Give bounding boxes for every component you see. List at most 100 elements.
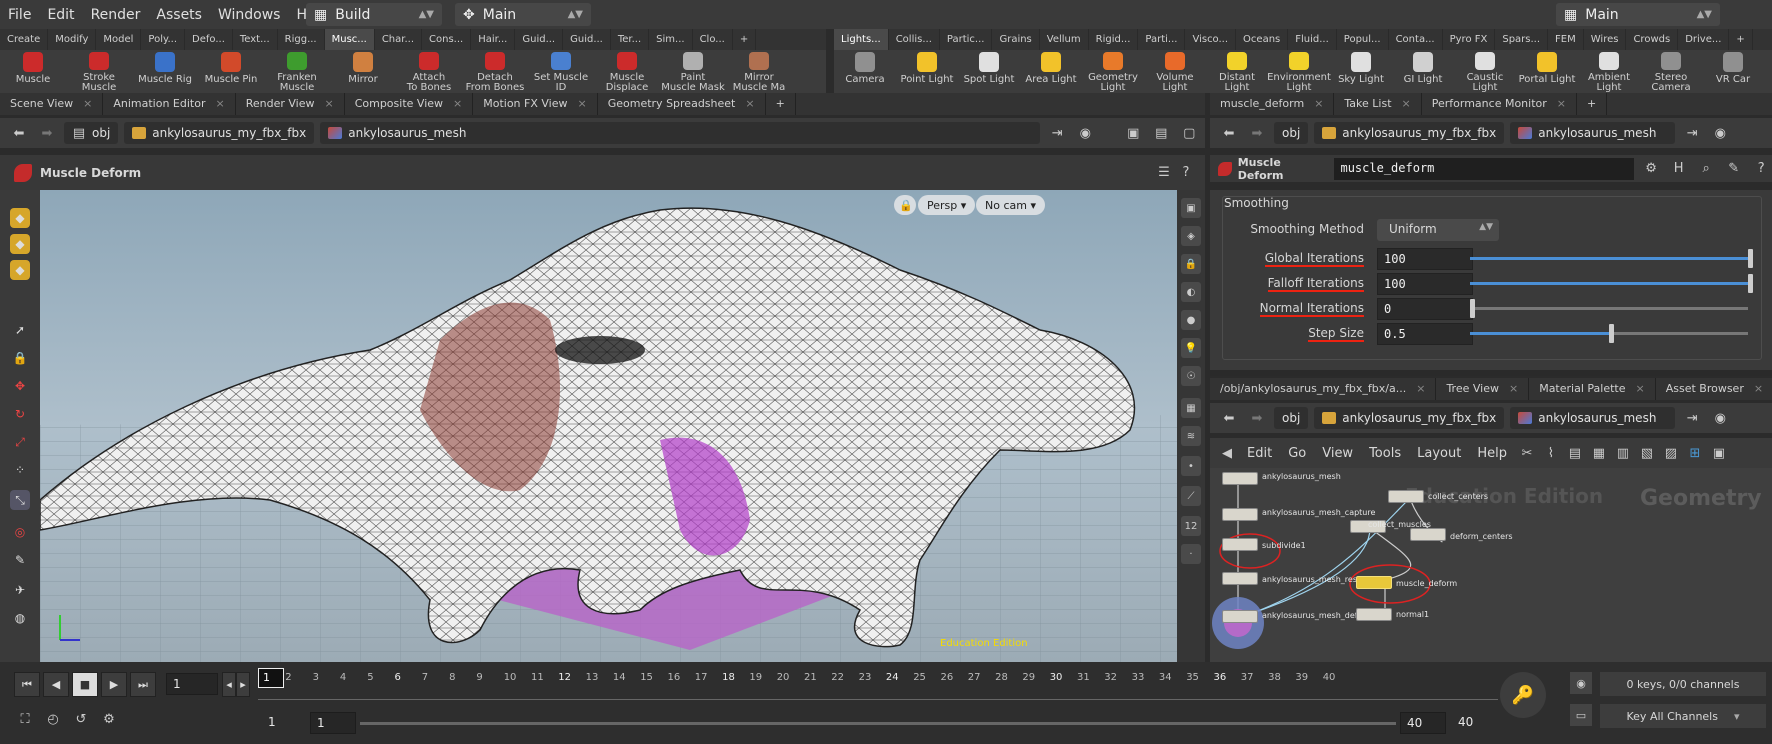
crumb-fbx[interactable]: ankylosaurus_my_fbx_fbx — [1314, 407, 1505, 429]
close-icon[interactable]: × — [1416, 382, 1425, 395]
node-muscle_deform[interactable] — [1356, 576, 1392, 589]
shelf-tab-shelf_right-9[interactable]: Fluid... — [1288, 29, 1337, 50]
wire-icon[interactable]: ⌇ — [1540, 442, 1562, 464]
play-reverse-icon[interactable]: ◀ — [43, 672, 69, 697]
crumb-fbx[interactable]: ankylosaurus_my_fbx_fbx — [124, 122, 315, 144]
shelf_left-tool-2[interactable]: Muscle Rig — [132, 50, 198, 93]
start-frame[interactable]: 1 — [262, 712, 298, 734]
scene-viewport[interactable]: 🔒 Persp ▾ No cam ▾ Education Edition — [40, 190, 1177, 662]
search-icon[interactable]: ⌕ — [1695, 158, 1717, 180]
key-filter-icon[interactable]: ▭ — [1570, 704, 1592, 726]
crumb-obj[interactable]: obj — [1274, 122, 1309, 144]
pin-icon[interactable]: ⇥ — [1681, 407, 1703, 429]
param-slider-1[interactable] — [1470, 274, 1753, 293]
shelf-tab-shelf_left-4[interactable]: Defo... — [185, 29, 233, 50]
range-slider[interactable] — [360, 722, 1396, 725]
shelf-tab-shelf_right-16[interactable]: Crowds — [1626, 29, 1679, 50]
loop-icon[interactable]: ↺ — [70, 708, 92, 730]
shelf-tab-shelf_right-7[interactable]: Visco... — [1185, 29, 1237, 50]
primitives-mode-icon[interactable]: ◆ — [10, 260, 30, 280]
visibility-icon[interactable]: ◈ — [1181, 226, 1201, 246]
back-arrow-icon[interactable]: ⬅ — [1218, 407, 1240, 429]
shelf-tab-shelf_right-1[interactable]: Collis... — [889, 29, 940, 50]
display-options-icon[interactable]: ▣ — [1181, 198, 1201, 218]
snap-icon[interactable]: ◎ — [10, 522, 30, 542]
net-menu-tools[interactable]: Tools — [1362, 446, 1408, 461]
node-ankylosaurus_mesh_capture[interactable] — [1222, 508, 1258, 521]
shelf-tab-shelf_left-11[interactable]: Guid... — [515, 29, 564, 50]
gear-icon[interactable]: ⚙ — [1640, 158, 1662, 180]
shelf_left-tool-4[interactable]: Franken Muscle — [264, 50, 330, 93]
node-subdivide1[interactable] — [1222, 538, 1258, 551]
network-editor[interactable]: Education Edition Geometry ankylosaurus_… — [1210, 468, 1772, 662]
shelf_right-tool-6[interactable]: Distant Light — [1206, 50, 1268, 93]
shelf_left-tool-1[interactable]: Stroke Muscle — [66, 50, 132, 93]
shelf_left-tool-8[interactable]: Set Muscle ID — [528, 50, 594, 93]
close-icon[interactable]: × — [1509, 382, 1518, 395]
link-icon[interactable]: ◉ — [1709, 122, 1731, 144]
palette-icon[interactable]: ▥ — [1612, 442, 1634, 464]
shelf-tab-shelf_right-8[interactable]: Oceans — [1236, 29, 1289, 50]
point-icon[interactable]: · — [1181, 544, 1201, 564]
crumb-mesh[interactable]: ankylosaurus_mesh — [320, 122, 1041, 144]
menu-windows[interactable]: Windows — [210, 7, 289, 23]
shelf_right-tool-11[interactable]: Portal Light — [1516, 50, 1578, 93]
close-icon[interactable]: × — [1754, 382, 1763, 395]
shelf_left-tool-9[interactable]: Muscle Displace — [594, 50, 660, 93]
view-tool-icon[interactable]: ✈ — [10, 580, 30, 600]
shelf_right-tool-13[interactable]: Stereo Camera — [1640, 50, 1702, 93]
forward-arrow-icon[interactable]: ➡ — [1246, 122, 1268, 144]
shelf_right-tool-12[interactable]: Ambient Light — [1578, 50, 1640, 93]
back-arrow-icon[interactable]: ⬅ — [1218, 122, 1240, 144]
add-pane-tab-icon[interactable]: + — [766, 93, 796, 115]
lock-icon[interactable]: 🔒 — [10, 348, 30, 368]
node-deform_centers[interactable] — [1410, 528, 1446, 541]
shelf-tab-shelf_right-4[interactable]: Vellum — [1040, 29, 1089, 50]
shelf-tab-shelf_left-0[interactable]: Create — [0, 29, 49, 50]
shelf_right-tool-1[interactable]: Point Light — [896, 50, 958, 93]
close-icon[interactable]: × — [324, 97, 333, 110]
forward-arrow-icon[interactable]: ➡ — [1246, 407, 1268, 429]
net-menu-view[interactable]: View — [1315, 446, 1360, 461]
shading-icon[interactable]: ● — [1181, 310, 1201, 330]
frame-ruler[interactable]: 1234567891011121314151617181920212223242… — [258, 666, 1498, 700]
param-slider-3[interactable] — [1470, 324, 1748, 343]
shelf_right-tool-14[interactable]: VR Car — [1702, 50, 1764, 93]
persp-menu[interactable]: Persp ▾ — [918, 195, 976, 215]
edit-icon[interactable]: ✎ — [1723, 158, 1745, 180]
stop-icon[interactable]: ■ — [72, 672, 98, 697]
node-name-field[interactable]: muscle_deform — [1334, 157, 1635, 180]
audio-icon[interactable]: 🔑 — [1500, 672, 1546, 718]
node-ankylosaurus_mesh_deform[interactable] — [1222, 610, 1258, 623]
net-menu-layout[interactable]: Layout — [1410, 446, 1468, 461]
lock-view-icon[interactable]: 🔒 — [1181, 254, 1201, 274]
add-pane-tab-icon[interactable]: + — [1577, 93, 1608, 115]
shelf_right-tool-7[interactable]: Environment Light — [1267, 50, 1331, 93]
net-menu-go[interactable]: Go — [1281, 446, 1313, 461]
link-icon[interactable]: ◉ — [1074, 122, 1096, 144]
keys-icon[interactable]: ◉ — [1570, 672, 1592, 694]
pin-icon[interactable]: ⇥ — [1681, 122, 1703, 144]
shelf-tab-shelf_right-15[interactable]: Wires — [1584, 29, 1627, 50]
help-h-icon[interactable]: H — [1668, 158, 1690, 180]
shelf-tab-shelf_right-11[interactable]: Conta... — [1389, 29, 1443, 50]
smoothing-method-select[interactable]: Uniform ▲▼ — [1377, 219, 1499, 241]
normals-icon[interactable]: ⟋ — [1181, 486, 1201, 506]
link-icon[interactable]: ◉ — [1709, 407, 1731, 429]
points-mode-icon[interactable]: ◆ — [10, 234, 30, 254]
param_panel-tab-1[interactable]: Take List × — [1334, 93, 1422, 115]
help-icon[interactable]: ? — [1750, 158, 1772, 180]
shelf_left-tool-7[interactable]: Detach From Bones — [462, 50, 528, 93]
left_panel-tab-3[interactable]: Composite View × — [345, 93, 474, 115]
shelf-tab-shelf_left-8[interactable]: Char... — [375, 29, 423, 50]
shelf-tab-shelf_right-3[interactable]: Grains — [992, 29, 1040, 50]
net-menu-edit[interactable]: Edit — [1240, 446, 1279, 461]
view-cube-icon[interactable]: ▣ — [1122, 122, 1144, 144]
shelf-tab-shelf_right-12[interactable]: Pyro FX — [1443, 29, 1496, 50]
end-frame[interactable]: 40 — [1452, 712, 1488, 734]
shelf-tab-shelf_left-2[interactable]: Model — [96, 29, 142, 50]
shelf-tab-shelf_right-17[interactable]: Drive... — [1678, 29, 1730, 50]
menu-assets[interactable]: Assets — [148, 7, 210, 23]
ghost-icon[interactable]: ◐ — [1181, 282, 1201, 302]
left_panel-tab-1[interactable]: Animation Editor × — [103, 93, 236, 115]
